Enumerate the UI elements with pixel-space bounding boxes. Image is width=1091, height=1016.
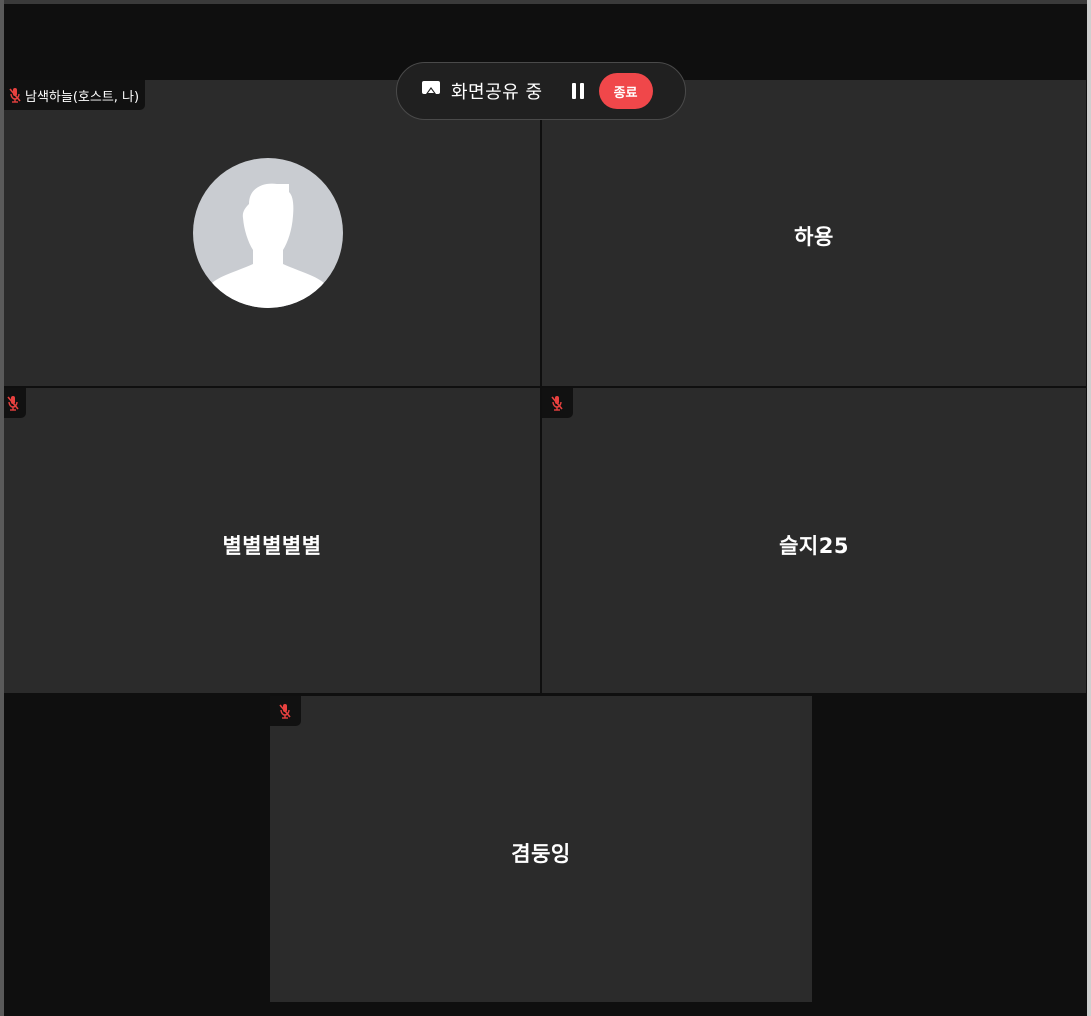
participant-name: 하용 — [794, 225, 834, 249]
participant-name: 겸둥잉 — [511, 842, 571, 866]
window-top-edge — [0, 0, 1091, 4]
mic-muted-icon — [278, 703, 292, 719]
host-name-tag: 남색하늘(호스트, 나) — [4, 80, 146, 110]
end-share-button[interactable]: 종료 — [598, 73, 653, 109]
participant-tile[interactable]: 별별별별별 — [4, 388, 540, 693]
share-status-label: 화면공유 중 — [451, 82, 543, 103]
participant-tile[interactable]: 겸둥잉 — [270, 696, 812, 1002]
mute-tag — [542, 388, 573, 418]
window-right-edge — [1087, 0, 1091, 1016]
participant-name: 슬지25 — [779, 534, 849, 558]
participant-tile[interactable]: 슬지25 — [542, 388, 1086, 693]
person-silhouette-icon — [211, 183, 325, 308]
avatar — [193, 158, 343, 308]
mic-muted-icon — [8, 87, 22, 103]
participant-name: 남색하늘(호스트, 나) — [25, 89, 140, 105]
mute-tag — [270, 696, 301, 726]
participant-name: 별별별별별 — [222, 534, 322, 558]
mic-muted-icon — [6, 395, 20, 411]
pause-icon — [571, 83, 584, 99]
participant-tile[interactable]: 하용 — [542, 80, 1086, 386]
mute-tag — [4, 388, 26, 418]
meeting-window: 남색하늘(호스트, 나) 하용 별별별별별 슬지25 겸둥잉 화면공유 중 종료 — [0, 0, 1091, 1016]
screen-share-icon — [421, 80, 441, 102]
pause-share-button[interactable] — [567, 80, 589, 102]
participant-tile-host[interactable]: 남색하늘(호스트, 나) — [4, 80, 540, 386]
mic-muted-icon — [550, 395, 564, 411]
screen-share-bar: 화면공유 중 종료 — [396, 62, 686, 120]
